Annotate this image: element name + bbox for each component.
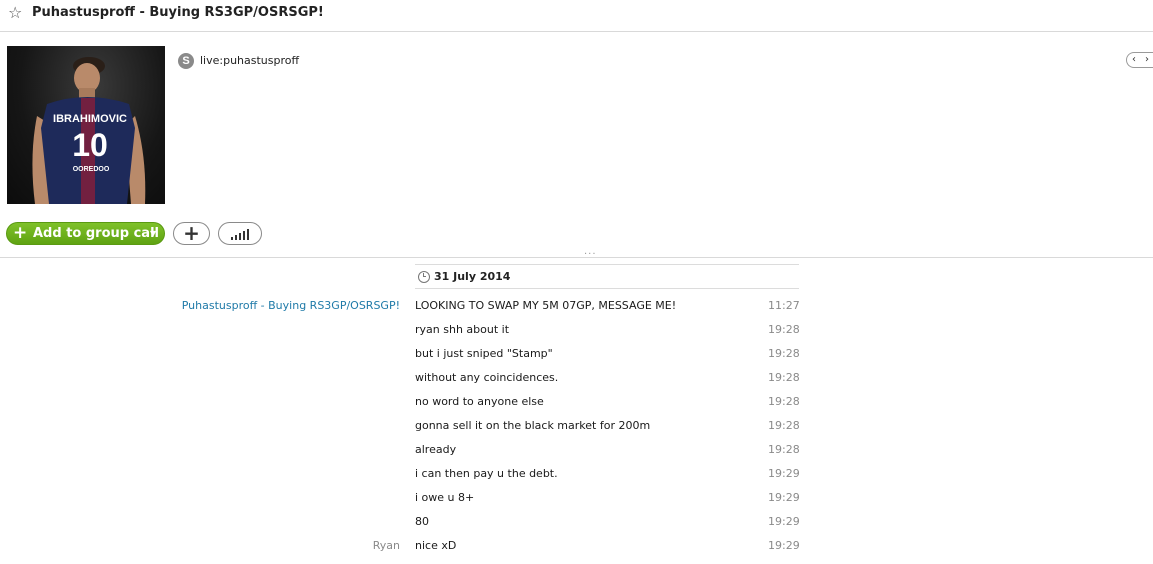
signal-bars-icon: [231, 229, 249, 240]
add-contact-button[interactable]: +: [173, 222, 210, 245]
message-sender[interactable]: Puhastusproff - Buying RS3GP/OSRSGP!: [182, 299, 400, 312]
message-text: i owe u 8+: [415, 491, 475, 504]
message-row[interactable]: without any coincidences. 19:28: [0, 371, 1153, 395]
message-time: 19:29: [768, 491, 800, 504]
message-text: no word to anyone else: [415, 395, 544, 408]
message-time: 19:29: [768, 539, 800, 552]
message-text: nice xD: [415, 539, 457, 552]
message-time: 19:29: [768, 515, 800, 528]
message-time: 19:28: [768, 419, 800, 432]
message-row[interactable]: i owe u 8+ 19:29: [0, 491, 1153, 515]
add-to-group-call-button[interactable]: + Add to group call ▼: [6, 222, 165, 245]
plus-icon: +: [13, 223, 28, 243]
conversation-title: Puhastusproff - Buying RS3GP/OSRSGP!: [32, 5, 324, 20]
jersey-sponsor: OOREDOO: [73, 166, 110, 173]
resize-grip[interactable]: ...: [584, 246, 597, 257]
plus-icon: +: [183, 221, 200, 245]
message-row[interactable]: i can then pay u the debt. 19:29: [0, 467, 1153, 491]
avatar-photo: IBRAHIMOVIC 10 OOREDOO: [32, 57, 146, 204]
message-time: 11:27: [768, 299, 800, 312]
profile-pager: ‹ ›: [1126, 52, 1153, 68]
jersey-number: 10: [72, 127, 108, 163]
chevron-down-icon[interactable]: ▼: [150, 227, 156, 240]
message-row[interactable]: Puhastusproff - Buying RS3GP/OSRSGP! LOOK…: [0, 299, 1153, 323]
conversation-header: ☆ Puhastusproff - Buying RS3GP/OSRSGP!: [0, 0, 1153, 32]
date-label: 31 July 2014: [434, 270, 511, 283]
message-sender: Ryan: [372, 539, 400, 552]
skype-id: live:puhastusproff: [200, 54, 300, 67]
message-row[interactable]: no word to anyone else 19:28: [0, 395, 1153, 419]
message-text: LOOKING TO SWAP MY 5M 07GP, MESSAGE ME!: [415, 299, 677, 312]
star-outline-icon[interactable]: ☆: [8, 5, 22, 21]
message-row[interactable]: but i just sniped "Stamp" 19:28: [0, 347, 1153, 371]
message-time: 19:28: [768, 395, 800, 408]
message-time: 19:28: [768, 347, 800, 360]
message-time: 19:28: [768, 443, 800, 456]
chevron-left-icon[interactable]: ‹: [1132, 53, 1136, 67]
message-row[interactable]: Ryan nice xD 19:29: [0, 539, 1153, 563]
message-row[interactable]: gonna sell it on the black market for 20…: [0, 419, 1153, 443]
message-row[interactable]: ryan shh about it 19:28: [0, 323, 1153, 347]
jersey-name: IBRAHIMOVIC: [53, 113, 127, 125]
message-text: gonna sell it on the black market for 20…: [415, 419, 651, 432]
message-text: 80: [415, 515, 429, 528]
clock-icon: [418, 271, 430, 283]
chevron-right-icon[interactable]: ›: [1145, 53, 1149, 67]
skype-icon: S: [178, 53, 194, 69]
contact-avatar[interactable]: IBRAHIMOVIC 10 OOREDOO: [7, 46, 165, 204]
message-row[interactable]: already 19:28: [0, 443, 1153, 467]
message-text: without any coincidences.: [415, 371, 559, 384]
message-time: 19:28: [768, 323, 800, 336]
date-separator: 31 July 2014: [415, 264, 799, 289]
call-quality-button[interactable]: [218, 222, 262, 245]
panel-divider: [0, 257, 1153, 258]
message-text: i can then pay u the debt.: [415, 467, 558, 480]
call-button-label: Add to group call: [33, 226, 159, 241]
message-text: but i just sniped "Stamp": [415, 347, 553, 360]
message-text: ryan shh about it: [415, 323, 510, 336]
message-row[interactable]: 80 19:29: [0, 515, 1153, 539]
message-time: 19:28: [768, 371, 800, 384]
message-time: 19:29: [768, 467, 800, 480]
message-text: already: [415, 443, 457, 456]
